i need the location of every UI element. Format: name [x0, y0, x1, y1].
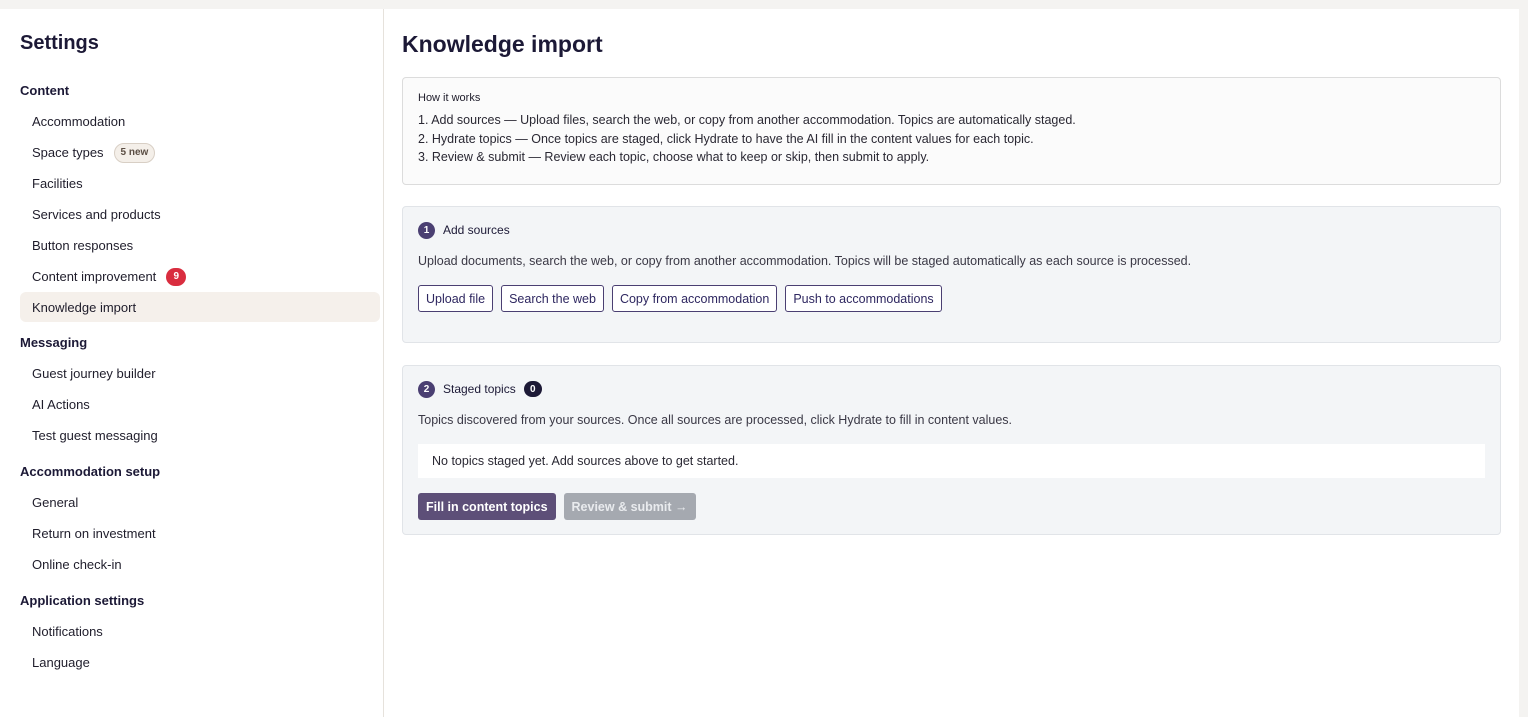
- sidebar-item-return-on-investment[interactable]: Return on investment: [20, 518, 380, 549]
- nav-section: Content Accommodation Space types 5 new Faci…: [20, 82, 380, 322]
- sidebar-title: Settings: [20, 32, 99, 54]
- add-sources-header: 1 Add sources: [418, 221, 1485, 239]
- sidebar-item-label: Accommodation: [32, 114, 126, 129]
- search-web-button[interactable]: Search the web: [501, 285, 604, 312]
- staged-count-badge: 0: [523, 381, 542, 397]
- staged-topics-card: 2 Staged topics 0 Topics discovered from…: [402, 365, 1501, 535]
- add-sources-card: 1 Add sources Upload documents, search t…: [402, 206, 1501, 343]
- nav-section: Accommodation setup General Return on inve…: [20, 463, 379, 580]
- sidebar-item-label: Facilities: [32, 176, 83, 191]
- sidebar-item-test-guest-messaging[interactable]: Test guest messaging: [20, 420, 380, 451]
- how-it-works-box: How it works 1. Add sources — Upload fil…: [402, 77, 1501, 185]
- sidebar-item-accommodation[interactable]: Accommodation: [20, 106, 380, 137]
- sidebar-item-label: Knowledge import: [32, 299, 137, 315]
- staged-topics-title: Staged topics: [443, 382, 516, 396]
- nav-section-title: Accommodation setup: [20, 464, 161, 479]
- staged-topics-header: 2 Staged topics 0: [418, 380, 1485, 398]
- source-buttons: Upload file Search the web Copy from acc…: [418, 285, 1485, 312]
- app-frame: Settings Content Accommodation Space types…: [0, 9, 1519, 717]
- step-number-badge: 2: [418, 380, 435, 398]
- push-to-accommodations-button[interactable]: Push to accommodations: [785, 285, 942, 312]
- empty-state: No topics staged yet. Add sources above …: [418, 444, 1485, 478]
- copy-from-accommodation-button[interactable]: Copy from accommodation: [611, 285, 778, 312]
- sidebar-item-ai-actions[interactable]: AI Actions: [20, 389, 380, 420]
- sidebar-item-label: Services and products: [32, 207, 161, 222]
- sidebar-item-label: General: [32, 495, 79, 510]
- notification-count-badge: 9: [166, 267, 187, 286]
- fill-content-topics-button[interactable]: Fill in content topics: [418, 493, 556, 520]
- step-number-badge: 1: [418, 221, 435, 239]
- sidebar-item-general[interactable]: General: [20, 487, 380, 518]
- sidebar-item-label: Notifications: [32, 624, 103, 639]
- sidebar-item-button-responses[interactable]: Button responses: [20, 230, 380, 261]
- staged-topics-description: Topics discovered from your sources. Onc…: [418, 413, 1013, 427]
- sidebar-item-label: Guest journey builder: [32, 366, 156, 381]
- sidebar-item-content-improvement[interactable]: Content improvement 9: [20, 261, 380, 292]
- sidebar-item-label: Button responses: [32, 238, 134, 253]
- sidebar-item-services-and-products[interactable]: Services and products: [20, 199, 380, 230]
- nav-section-title: Application settings: [20, 593, 145, 608]
- sidebar-item-facilities[interactable]: Facilities: [20, 168, 380, 199]
- sidebar-item-label: Return on investment: [32, 526, 156, 541]
- how-step: 2. Hydrate topics — Once topics are stag…: [418, 131, 1034, 146]
- main-content: Knowledge import How it works 1. Add sou…: [384, 9, 1519, 717]
- sidebar-item-label: Test guest messaging: [32, 428, 158, 443]
- how-step: 3. Review & submit — Review each topic, …: [418, 150, 930, 164]
- how-step: 1. Add sources — Upload files, search th…: [418, 113, 1076, 127]
- sidebar-item-label: Online check-in: [32, 557, 122, 572]
- nav-section-title: Messaging: [20, 335, 88, 350]
- sidebar-item-label: AI Actions: [32, 397, 90, 412]
- staged-actions: Fill in content topics Review & submit →: [418, 493, 1485, 520]
- sidebar-item-language[interactable]: Language: [20, 647, 380, 678]
- sidebar-item-knowledge-import[interactable]: Knowledge import: [20, 292, 380, 322]
- sidebar-item-guest-journey-builder[interactable]: Guest journey builder: [20, 358, 380, 389]
- sidebar-item-space-types[interactable]: Space types 5 new: [20, 137, 380, 168]
- page-title: Knowledge import: [402, 31, 603, 57]
- nav-section: Messaging Guest journey builder AI Actions…: [20, 334, 379, 451]
- nav-section: Application settings Notifications Languag…: [20, 592, 379, 678]
- sidebar-item-online-check-in[interactable]: Online check-in: [20, 549, 380, 580]
- sidebar-item-label: Space types: [32, 145, 104, 160]
- settings-sidebar: Settings Content Accommodation Space types…: [0, 9, 384, 717]
- upload-file-button[interactable]: Upload file: [418, 285, 494, 312]
- review-submit-button[interactable]: Review & submit →: [563, 493, 696, 520]
- sidebar-item-notifications[interactable]: Notifications: [20, 616, 380, 647]
- sidebar-item-label: Content improvement: [32, 269, 157, 284]
- new-badge: 5 new: [113, 142, 156, 163]
- add-sources-title: Add sources: [443, 223, 510, 237]
- add-sources-description: Upload documents, search the web, or cop…: [418, 254, 1192, 268]
- how-it-works-label: How it works: [418, 92, 481, 104]
- sidebar-item-label: Language: [32, 655, 90, 670]
- nav-section-title: Content: [20, 83, 70, 98]
